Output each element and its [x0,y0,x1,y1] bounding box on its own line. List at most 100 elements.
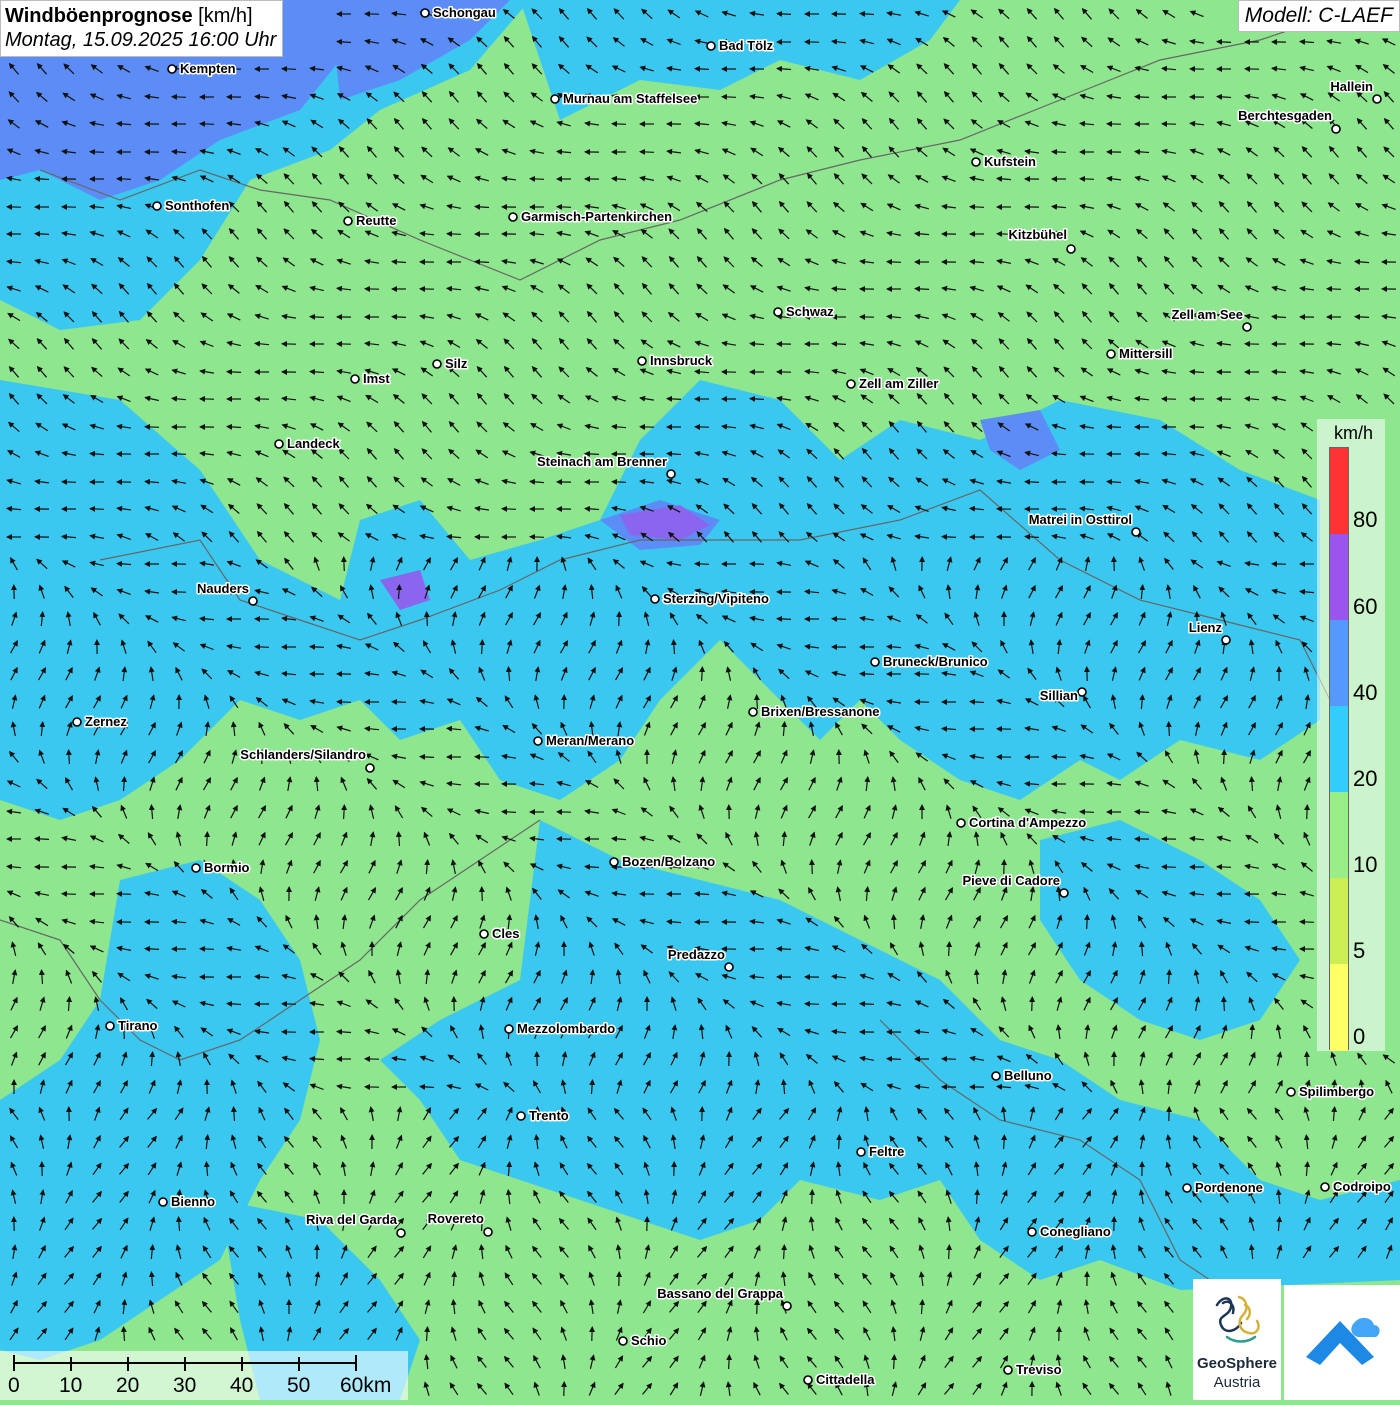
wind-arrow [1245,922,1259,923]
city-label: Rovereto [428,1211,484,1226]
color-legend: km/h 80 60 40 20 10 5 0 [1317,419,1385,1051]
city-label: Cittadella [816,1372,875,1387]
city-dot [1243,323,1251,331]
city-dot [275,440,283,448]
wind-arrow [667,399,681,400]
city-dot [106,1022,114,1030]
wind-arrow [145,427,159,428]
wind-gust-map[interactable]: SchongauKemptenBad TölzMurnau am Staffel… [0,0,1400,1400]
weather-app-logo[interactable] [1284,1285,1400,1400]
wind-arrow [695,564,709,565]
wind-arrow [1224,997,1225,1011]
city-label: Pordenone [1195,1180,1263,1195]
city-dot [480,930,488,938]
wind-arrow [1307,805,1308,819]
city-marker[interactable]: Spilimbergo [1287,1084,1374,1099]
forecast-datetime: Montag, 15.09.2025 16:00 Uhr [5,28,276,52]
wind-arrow [619,612,620,626]
city-marker[interactable]: Conegliano [1028,1224,1111,1239]
city-marker[interactable]: Murnau am Staffelsee [551,91,697,106]
wind-arrow [1114,557,1115,571]
city-label: Bozen/Bolzano [622,854,715,869]
wind-arrow [475,757,489,758]
city-dot [1321,1183,1329,1191]
city-dot [957,819,965,827]
city-marker[interactable]: Bruneck/Brunico [871,654,988,669]
wind-arrow [949,942,950,956]
wind-arrow [337,702,351,703]
city-dot [871,658,879,666]
city-marker[interactable]: Brixen/Bressanone [749,704,880,719]
logo-line1: GeoSphere [1193,1355,1281,1372]
wind-arrow [1107,427,1121,428]
wind-arrow [729,1355,730,1369]
wind-arrow [1004,1135,1005,1149]
wind-arrow [69,750,70,764]
city-dot [638,357,646,365]
city-marker[interactable]: Zell am Ziller [847,376,938,391]
legend-swatch-60 [1330,534,1348,620]
wind-arrow [942,537,956,538]
city-label: Bruneck/Brunico [883,654,988,669]
city-label: Riva del Garda [306,1212,398,1227]
city-label: Sillian [1040,688,1078,703]
wind-arrow [1217,867,1231,868]
city-marker[interactable]: Sterzing/Vipiteno [651,591,769,606]
city-dot [153,202,161,210]
wind-arrow [502,812,516,813]
wind-arrow [1190,427,1204,428]
legend-tick-10: 10 [1353,852,1377,878]
city-label: Silz [445,356,468,371]
city-dot [1078,688,1086,696]
wind-arrow [860,674,874,675]
wind-arrow [942,1059,956,1060]
city-label: Garmisch-Partenkirchen [521,209,672,224]
wind-arrow [1087,915,1088,929]
weather-app-icon [1284,1285,1400,1400]
city-marker[interactable]: Innsbruck [638,353,713,368]
wind-arrow [35,839,49,840]
legend-swatch-40 [1330,620,1348,706]
wind-arrow [255,647,269,648]
city-dot [505,1025,513,1033]
city-marker[interactable]: Garmisch-Partenkirchen [509,209,672,224]
city-label: Schongau [433,5,496,20]
city-dot [73,718,81,726]
city-label: Nauders [197,581,249,596]
city-marker[interactable]: Sonthofen [153,198,229,213]
wind-arrow [530,537,544,538]
city-dot [509,213,517,221]
city-dot [366,764,374,772]
wind-arrow [1169,722,1170,736]
wind-arrow [777,949,791,950]
scale-label-0: 0 [8,1374,20,1398]
geosphere-logo[interactable]: GeoSphere Austria [1193,1279,1281,1400]
city-marker[interactable]: Meran/Merano [534,733,634,748]
city-label: Feltre [869,1144,904,1159]
city-dot [1060,889,1068,897]
city-marker[interactable]: Pordenone [1183,1180,1263,1195]
city-dot [992,1072,1000,1080]
wind-arrow [1162,867,1176,868]
city-label: Spilimbergo [1299,1084,1374,1099]
city-label: Mittersill [1119,346,1172,361]
legend-tick-5: 5 [1353,938,1365,964]
city-marker[interactable]: Schongau [421,5,496,20]
wind-arrow [860,1004,874,1005]
city-dot [857,1148,865,1156]
city-label: Schio [631,1333,666,1348]
city-label: Predazzo [668,947,725,962]
wind-arrow [392,317,406,318]
city-dot [534,737,542,745]
wind-arrow [482,640,483,654]
wind-arrow [784,1245,785,1259]
city-marker[interactable]: Mezzolombardo [505,1021,615,1036]
city-label: Zernez [85,714,127,729]
city-marker[interactable]: Bozen/Bolzano [610,854,715,869]
city-marker[interactable]: Cortina d'Ampezzo [957,815,1086,830]
scale-label-10: 10 [59,1374,82,1398]
city-dot [1222,636,1230,644]
wind-arrow [812,1190,813,1204]
legend-tick-20: 20 [1353,766,1377,792]
city-dot [783,1302,791,1310]
